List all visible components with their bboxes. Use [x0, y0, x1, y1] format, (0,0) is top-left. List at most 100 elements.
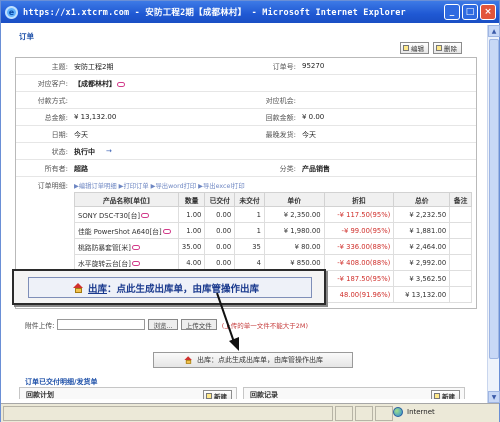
new-plan-label: 新建 [214, 393, 227, 399]
window-title: https://x1.xtcrm.com - 安防工程2期【成都林村】 - Mi… [23, 8, 406, 18]
item-name[interactable]: 桃路防暴套管[米] [74, 238, 179, 255]
browse-button[interactable]: 浏览... [148, 319, 178, 330]
field-row-status: 状态: 执行中 → [16, 143, 476, 160]
link-icon [162, 229, 171, 234]
ship-label: 最晚发货: [265, 131, 296, 139]
item-qty: 1.00 [177, 206, 206, 223]
new-icon [434, 393, 440, 399]
callout-stock-out-button[interactable]: 出库：点此生成出库单，由库管操作出库 [28, 277, 312, 298]
date-value: 今天 [74, 131, 88, 139]
link-icon [141, 213, 150, 218]
item-total: ¥ 2,464.00 [393, 238, 451, 255]
link-icon [131, 261, 140, 266]
owner-value: 超路 [74, 165, 88, 173]
delete-button-label: 删除 [444, 45, 457, 53]
status-seg [375, 405, 393, 421]
item-note [449, 254, 472, 271]
callout-bold-text: 出库 [88, 283, 108, 295]
stock-out-button[interactable]: 出库：点此生成出库单，由库管操作出库 [153, 352, 353, 368]
delete-icon [436, 45, 442, 51]
scroll-down-icon[interactable]: ▼ [488, 391, 500, 403]
upload-button[interactable]: 上传文件 [180, 319, 217, 330]
col-header-name: 产品名称[单位] [74, 192, 179, 207]
date-label: 日期: [51, 131, 68, 139]
item-discount: -¥ 336.00(88%) [323, 238, 395, 255]
table-row: SONY DSC-T30[台] 1.00 0.00 1 ¥ 2,350.00 -… [74, 206, 472, 223]
col-header-undelivered: 未交付 [234, 192, 265, 207]
item-undelivered: 1 [234, 206, 265, 223]
status-text-area [3, 405, 333, 421]
payment-record-panel: 回款记录 新建 [243, 387, 465, 399]
customer-link[interactable]: 【成都林村】 [74, 79, 125, 89]
item-total: ¥ 2,232.50 [393, 206, 451, 223]
delivery-section-title: 订单已交付明细/发货单 [25, 378, 98, 386]
table-row: 桃路防暴套管[米] 35.00 0.00 35 ¥ 80.00 -¥ 336.0… [74, 238, 472, 255]
ship-value: 今天 [302, 131, 316, 139]
item-name-text: SONY DSC-T30[台] [78, 211, 141, 220]
maximize-button[interactable]: □ [462, 4, 478, 20]
page-content: 订单 编辑 删除 主题: 安防工程2期 订单号: 95270 对应客户: 【成都… [7, 25, 485, 399]
detail-action-links[interactable]: ▶编辑订单明细 ▶打印订单 ▶导出word打印 ▶导出excel打印 [74, 181, 245, 190]
category-value: 产品销售 [302, 165, 330, 173]
edit-button[interactable]: 编辑 [400, 42, 429, 54]
page-title: 订单 [19, 32, 34, 41]
status-change-arrow-icon[interactable]: → [106, 147, 112, 155]
item-name[interactable]: 佳能 PowerShot A640[台] [74, 222, 179, 239]
item-name-text: 佳能 PowerShot A640[台] [78, 227, 162, 236]
total-discount: 48.00(91.96%) [323, 286, 395, 303]
order-actions: 编辑 删除 [400, 42, 462, 54]
item-price: ¥ 80.00 [263, 238, 325, 255]
upload-label: 附件上传: [25, 321, 55, 330]
table-row: 佳能 PowerShot A640[台] 1.00 0.00 1 ¥ 1,980… [74, 222, 472, 239]
item-name[interactable]: SONY DSC-T30[台] [74, 206, 179, 223]
item-note [449, 270, 472, 287]
minimize-button[interactable]: _ [444, 4, 460, 20]
new-record-button[interactable]: 新建 [431, 390, 460, 399]
vertical-scrollbar[interactable]: ▲ ▼ [487, 25, 500, 403]
ie-logo-icon: e [5, 5, 18, 19]
item-total: ¥ 3,562.50 [393, 270, 451, 287]
item-price: ¥ 2,350.00 [263, 206, 325, 223]
order-no-value: 95270 [302, 62, 325, 70]
field-row-total: 总金额: ¥ 13,132.00 回款金额: ¥ 0.00 [16, 109, 476, 126]
scroll-thumb[interactable] [489, 39, 499, 359]
total-label: 总金额: [44, 114, 68, 122]
detail-label: 订单明细: [37, 182, 68, 190]
warehouse-icon [73, 282, 84, 293]
item-total: ¥ 2,992.00 [393, 254, 451, 271]
new-plan-button[interactable]: 新建 [203, 390, 232, 399]
item-undelivered: 35 [234, 238, 265, 255]
payment-record-label: 回款记录 [250, 391, 278, 399]
link-icon [117, 81, 125, 87]
col-header-discount: 折扣 [323, 192, 395, 207]
item-name-text: 桃路防暴套管[米] [78, 243, 131, 252]
new-icon [206, 393, 212, 399]
subject-label: 主题: [51, 63, 68, 71]
item-note [449, 206, 472, 223]
item-price: ¥ 1,980.00 [263, 222, 325, 239]
payment-label: 付款方式: [37, 97, 68, 105]
table-header-row: 产品名称[单位] 数量 已交付 未交付 单价 折扣 总价 备注 [74, 192, 472, 207]
item-note [449, 222, 472, 239]
scroll-up-icon[interactable]: ▲ [488, 25, 500, 37]
subject-value: 安防工程2期 [74, 63, 114, 71]
payment-plan-label: 回款计划 [26, 391, 54, 399]
item-total: ¥ 1,881.00 [393, 222, 451, 239]
file-path-input[interactable] [57, 319, 146, 330]
col-header-price: 单价 [263, 192, 325, 207]
edit-icon [403, 45, 409, 51]
edit-button-label: 编辑 [411, 45, 424, 53]
stock-out-button-label: 出库：点此生成出库单，由库管操作出库 [197, 356, 323, 364]
field-row-subject: 主题: 安防工程2期 订单号: 95270 [16, 58, 476, 75]
new-record-label: 新建 [442, 393, 455, 399]
status-seg [355, 405, 373, 421]
delete-button[interactable]: 删除 [433, 42, 462, 54]
close-button[interactable]: × [480, 4, 496, 20]
window-controls: _ □ × [444, 4, 496, 20]
status-value: 执行中 [74, 148, 95, 156]
item-discount: -¥ 408.00(88%) [323, 254, 395, 271]
col-header-note: 备注 [449, 192, 472, 207]
item-delivered: 0.00 [204, 206, 236, 223]
customer-label: 对应客户: [37, 80, 68, 88]
received-label: 回款金额: [265, 114, 296, 122]
